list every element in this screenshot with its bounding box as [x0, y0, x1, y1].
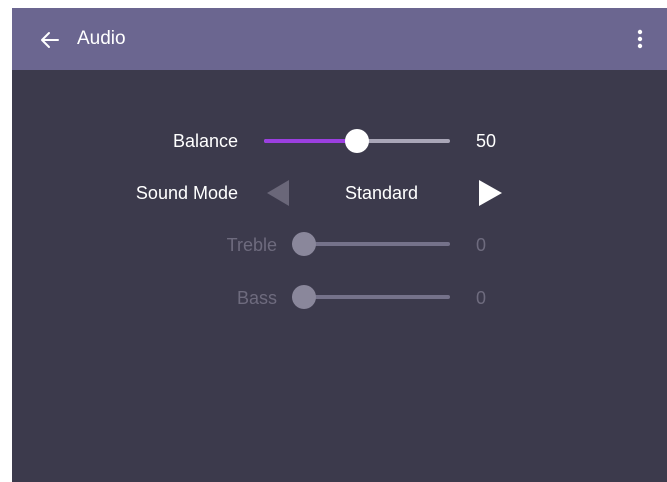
page-title: Audio	[77, 28, 126, 49]
balance-slider[interactable]	[264, 129, 450, 153]
triangle-right-icon	[476, 179, 504, 207]
bass-slider-thumb	[292, 285, 316, 309]
balance-label: Balance	[172, 131, 238, 151]
arrow-left-icon	[36, 26, 64, 54]
more-vertical-icon	[632, 25, 648, 53]
app-bar: Audio	[12, 8, 667, 70]
bass-label: Bass	[236, 288, 277, 308]
balance-slider-thumb[interactable]	[345, 129, 369, 153]
balance-value: 50	[476, 131, 497, 151]
sound-mode-next-button[interactable]	[476, 179, 504, 207]
triangle-left-icon	[264, 179, 292, 207]
treble-label: Treble	[226, 235, 277, 255]
back-button[interactable]	[36, 26, 64, 54]
more-options-button[interactable]	[632, 25, 648, 53]
treble-slider-thumb	[292, 232, 316, 256]
bass-value: 0	[476, 288, 487, 308]
treble-value: 0	[476, 235, 487, 255]
balance-slider-fill	[264, 139, 357, 143]
audio-settings-screen: Audio Balance 50 Sound Mode Standard Tre…	[12, 8, 667, 482]
bass-slider	[292, 285, 450, 309]
sound-mode-prev-button	[264, 179, 292, 207]
sound-mode-value: Standard	[345, 183, 419, 203]
sound-mode-label: Sound Mode	[135, 183, 238, 203]
treble-slider	[292, 232, 450, 256]
